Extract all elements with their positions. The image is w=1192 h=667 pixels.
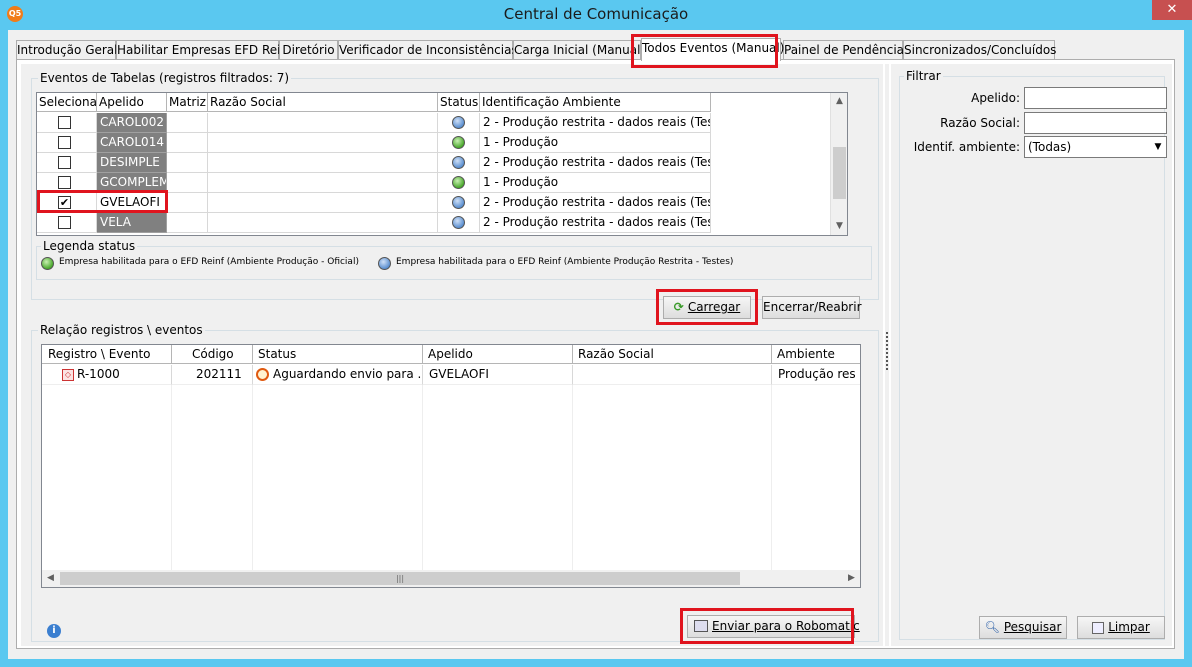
legend-blue-text: Empresa habilitada para o EFD Reinf (Amb…	[396, 257, 734, 267]
status-cell: Aguardando envio para ...	[253, 365, 423, 385]
status-green-icon	[452, 176, 465, 189]
event-icon: ◇	[62, 368, 74, 381]
refresh-icon: ⟳	[673, 300, 684, 314]
left-panel: Eventos de Tabelas (registros filtrados:…	[21, 64, 883, 646]
clear-icon	[1092, 621, 1105, 634]
col-identificacao[interactable]: Identificação Ambiente	[480, 93, 711, 112]
col-apelido[interactable]: Apelido	[97, 93, 167, 112]
tab-carga-inicial[interactable]: Carga Inicial (Manual)	[513, 40, 645, 60]
legend-green-icon	[41, 257, 54, 270]
row-ambiente: 1 - Produção	[480, 133, 711, 153]
status-green-icon	[452, 136, 465, 149]
carregar-button[interactable]: ⟳ Carregar	[663, 296, 751, 319]
col-ambiente[interactable]: Ambiente	[772, 345, 860, 364]
row-ambiente: 2 - Produção restrita - dados reais (Tes…	[480, 213, 711, 233]
col-razao-social[interactable]: Razão Social	[208, 93, 438, 112]
row-checkbox[interactable]	[58, 136, 71, 149]
registro-cell: ◇ R-1000	[42, 365, 172, 385]
tab-panel: Eventos de Tabelas (registros filtrados:…	[16, 59, 1175, 649]
col-apelido[interactable]: Apelido	[423, 345, 573, 364]
relacao-title: Relação registros \ eventos	[38, 323, 205, 337]
row-ambiente: 2 - Produção restrita - dados reais (Tes…	[480, 113, 711, 133]
legend-green-text: Empresa habilitada para o EFD Reinf (Amb…	[59, 257, 359, 267]
ambiente-select[interactable]: (Todas) ▼	[1024, 136, 1167, 158]
search-icon: 🔍︎	[984, 620, 1000, 634]
chevron-down-icon[interactable]: ▼	[1150, 137, 1166, 157]
tab-sincronizados[interactable]: Sincronizados/Concluídos	[903, 40, 1056, 60]
row-apelido: CAROL014	[97, 133, 167, 153]
scroll-left-icon[interactable]: ◀	[42, 570, 59, 587]
row-apelido: CAROL002	[97, 113, 167, 133]
ambiente-cell: Produção res	[772, 365, 860, 385]
status-blue-icon	[452, 156, 465, 169]
status-blue-icon	[452, 196, 465, 209]
col-matriz[interactable]: Matriz	[167, 93, 208, 112]
eventos-title: Eventos de Tabelas (registros filtrados:…	[38, 71, 292, 85]
info-icon[interactable]: i	[47, 624, 61, 638]
row-ambiente: 1 - Produção	[480, 173, 711, 193]
status-blue-icon	[452, 116, 465, 129]
filtrar-title: Filtrar	[904, 69, 943, 83]
row-apelido: GCOMPLEM	[97, 173, 167, 193]
splitter[interactable]	[885, 64, 889, 646]
main-window: Introdução Geral Habilitar Empresas EFD …	[8, 30, 1184, 659]
title-bar: Q5 Central de Comunicação ✕	[0, 0, 1192, 30]
tab-introducao-geral[interactable]: Introdução Geral	[16, 40, 118, 60]
row-checkbox[interactable]: ✔	[58, 196, 71, 209]
row-ambiente: 2 - Produção restrita - dados reais (Tes…	[480, 153, 711, 173]
tab-habilitar-empresas[interactable]: Habilitar Empresas EFD Reinf	[116, 40, 292, 60]
scroll-up-icon[interactable]: ▲	[831, 93, 847, 110]
ambiente-label: Identif. ambiente:	[913, 140, 1020, 154]
right-panel: Filtrar Apelido: Razão Social: Identif. …	[891, 64, 1172, 646]
col-codigo[interactable]: Código	[172, 345, 253, 364]
codigo-cell: 202111	[172, 365, 253, 385]
apelido-cell: GVELAOFI	[423, 365, 573, 385]
row-apelido: DESIMPLE	[97, 153, 167, 173]
tab-todos-eventos[interactable]: Todos Eventos (Manual)	[641, 38, 784, 61]
pesquisar-button[interactable]: 🔍︎ Pesquisar	[979, 616, 1067, 639]
legenda-group: Legenda status Empresa habilitada para o…	[36, 239, 872, 280]
razao-social-label: Razão Social:	[940, 116, 1020, 130]
row-checkbox[interactable]	[58, 216, 71, 229]
legenda-title: Legenda status	[41, 239, 138, 253]
col-registro-evento[interactable]: Registro \ Evento	[42, 345, 172, 364]
razao-cell	[573, 365, 772, 385]
send-icon	[694, 619, 708, 632]
row-apelido: GVELAOFI	[97, 193, 167, 213]
limpar-button[interactable]: Limpar	[1077, 616, 1165, 639]
row-ambiente: 2 - Produção restrita - dados reais (Tes…	[480, 193, 711, 213]
tab-diretorio[interactable]: Diretório	[279, 40, 338, 60]
filtrar-group: Filtrar	[899, 69, 1165, 640]
razao-social-input[interactable]	[1024, 112, 1167, 134]
clock-icon	[256, 368, 269, 381]
row-checkbox[interactable]	[58, 116, 71, 129]
hscroll-thumb[interactable]: |||	[60, 572, 740, 585]
eventos-grid: Selecionar Apelido Matriz Razão Social S…	[36, 92, 848, 236]
row-apelido: VELA	[97, 213, 167, 233]
row-checkbox[interactable]	[58, 156, 71, 169]
col-razao-social[interactable]: Razão Social	[573, 345, 772, 364]
relacao-grid: Registro \ Evento Código Status Apelido …	[41, 344, 861, 588]
tab-painel-pendencias[interactable]: Painel de Pendências	[783, 40, 910, 60]
scroll-thumb[interactable]	[833, 147, 846, 199]
enviar-robomatic-button[interactable]: Enviar para o Robomatic	[687, 615, 860, 638]
close-button[interactable]: ✕	[1152, 0, 1192, 20]
apelido-label: Apelido:	[971, 91, 1020, 105]
col-status[interactable]: Status	[253, 345, 423, 364]
col-selecionar[interactable]: Selecionar	[37, 93, 97, 112]
scroll-down-icon[interactable]: ▼	[831, 218, 847, 235]
tab-verificador[interactable]: Verificador de Inconsistências	[338, 40, 518, 60]
status-blue-icon	[452, 216, 465, 229]
encerrar-reabrir-button[interactable]: Encerrar/Reabrir	[762, 296, 862, 319]
scroll-right-icon[interactable]: ▶	[843, 570, 860, 587]
apelido-input[interactable]	[1024, 87, 1167, 109]
legend-blue-icon	[378, 257, 391, 270]
eventos-scrollbar[interactable]: ▲ ▼	[830, 93, 847, 235]
row-checkbox[interactable]	[58, 176, 71, 189]
window-title: Central de Comunicação	[503, 5, 689, 23]
col-status[interactable]: Status	[438, 93, 480, 112]
relacao-hscrollbar[interactable]: ◀ ||| ▶	[42, 570, 860, 587]
